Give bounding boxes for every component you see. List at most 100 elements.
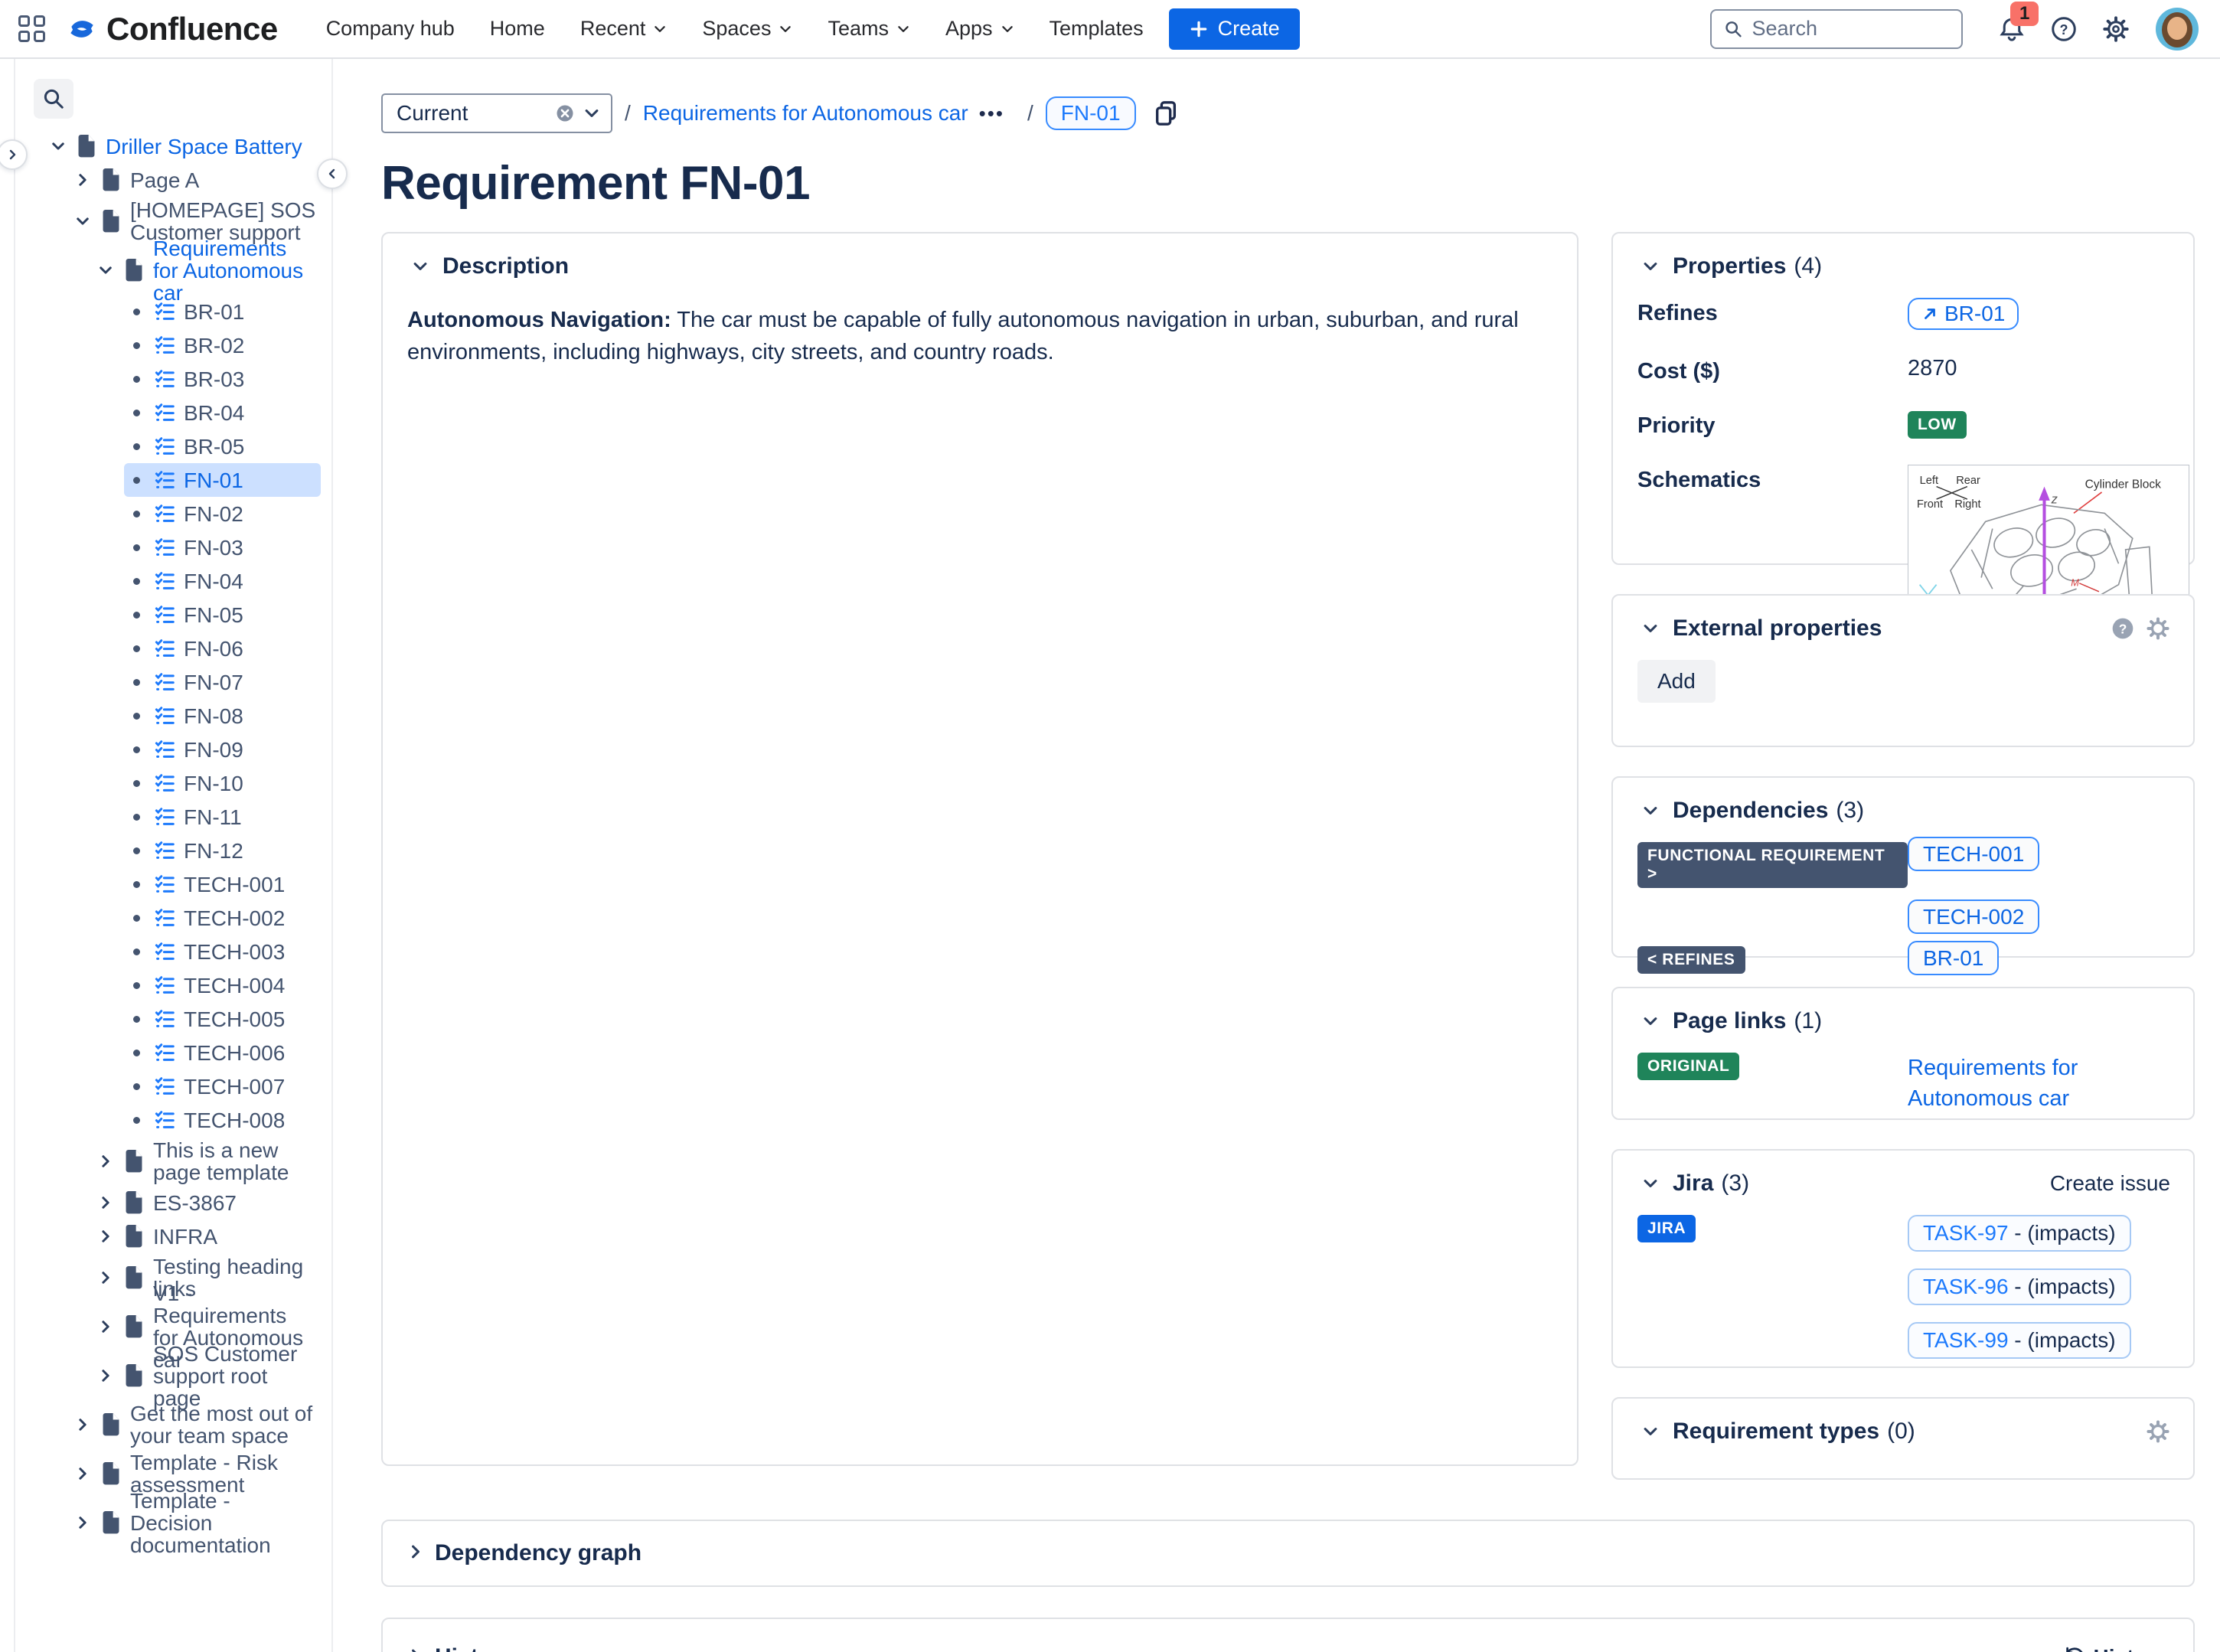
- sidebar-item-tech-007[interactable]: TECH-007: [124, 1069, 321, 1103]
- chevron-right-icon[interactable]: [93, 1319, 118, 1334]
- sidebar-item-fn-11[interactable]: FN-11: [124, 800, 321, 834]
- sidebar-item-tech-001[interactable]: TECH-001: [124, 867, 321, 901]
- refines-value: BR-01: [1944, 302, 2006, 325]
- sidebar-item-fn-02[interactable]: FN-02: [124, 497, 321, 531]
- chevron-down-icon[interactable]: [1637, 802, 1663, 819]
- chevron-right-icon[interactable]: [93, 1270, 118, 1285]
- help-button[interactable]: ?: [2050, 15, 2078, 43]
- chevron-right-icon[interactable]: [70, 1515, 95, 1530]
- nav-item-recent[interactable]: Recent: [563, 6, 685, 52]
- breadcrumb-ellipsis-button[interactable]: •••: [979, 102, 1004, 126]
- sidebar-item-fn-07[interactable]: FN-07: [124, 665, 321, 699]
- jira-issue-chip-task-99[interactable]: TASK-99 - (impacts): [1908, 1322, 2131, 1359]
- dependency-chip-br-01[interactable]: BR-01: [1908, 941, 2000, 975]
- sidebar-item-driller-space-battery[interactable]: Driller Space Battery: [46, 129, 321, 163]
- chevron-right-icon[interactable]: [407, 1647, 424, 1652]
- sidebar-item-get-the-most-out-of-your-team-space[interactable]: Get the most out of your team space: [70, 1400, 321, 1449]
- chevron-down-icon[interactable]: [46, 139, 70, 154]
- sidebar-item-tech-008[interactable]: TECH-008: [124, 1103, 321, 1137]
- nav-item-company-hub[interactable]: Company hub: [309, 6, 472, 52]
- chevron-down-icon[interactable]: [1637, 620, 1663, 637]
- sidebar-item-br-05[interactable]: BR-05: [124, 429, 321, 463]
- settings-button[interactable]: [2102, 15, 2130, 43]
- sidebar-item-tech-006[interactable]: TECH-006: [124, 1036, 321, 1069]
- jira-issue-chip-task-97[interactable]: TASK-97 - (impacts): [1908, 1215, 2131, 1252]
- refines-value-chip[interactable]: BR-01: [1908, 298, 2019, 330]
- chevron-right-icon[interactable]: [93, 1229, 118, 1244]
- chevron-right-icon[interactable]: [70, 1466, 95, 1481]
- sidebar-item-tech-005[interactable]: TECH-005: [124, 1002, 321, 1036]
- sidebar-item-fn-10[interactable]: FN-10: [124, 766, 321, 800]
- sidebar-item-page-a[interactable]: Page A: [70, 163, 321, 197]
- chevron-down-icon[interactable]: [1637, 258, 1663, 275]
- nav-item-teams[interactable]: Teams: [810, 6, 928, 52]
- help-filled-icon[interactable]: ?: [2111, 616, 2135, 641]
- sidebar-search-button[interactable]: [34, 79, 73, 119]
- search-input[interactable]: [1752, 17, 1949, 41]
- sidebar-item-template-decision-documentation[interactable]: Template - Decision documentation: [70, 1490, 321, 1556]
- chevron-down-icon[interactable]: [407, 258, 433, 275]
- create-issue-button[interactable]: Create issue: [2050, 1171, 2170, 1196]
- version-selector[interactable]: Current: [381, 93, 612, 133]
- nav-item-apps[interactable]: Apps: [928, 6, 1032, 52]
- gear-icon[interactable]: [2146, 616, 2170, 641]
- add-external-property-button[interactable]: Add: [1637, 660, 1716, 703]
- chevron-right-icon[interactable]: [70, 1417, 95, 1432]
- chevron-right-icon[interactable]: [70, 172, 95, 188]
- sidebar-item-br-02[interactable]: BR-02: [124, 328, 321, 362]
- sidebar-item-tech-003[interactable]: TECH-003: [124, 935, 321, 968]
- dependency-graph-card[interactable]: Dependency graph: [381, 1520, 2195, 1587]
- confluence-logo[interactable]: Confluence: [65, 11, 278, 47]
- search-box[interactable]: [1710, 8, 1963, 49]
- sidebar-item-es-3867[interactable]: ES-3867: [93, 1186, 321, 1219]
- sidebar-item-br-03[interactable]: BR-03: [124, 362, 321, 396]
- sidebar-item-label: FN-07: [184, 670, 243, 694]
- chevron-down-icon[interactable]: [1637, 1423, 1663, 1440]
- sidebar-item-fn-05[interactable]: FN-05: [124, 598, 321, 632]
- sidebar-item-fn-09[interactable]: FN-09: [124, 733, 321, 766]
- dependency-chip-tech-002[interactable]: TECH-002: [1908, 899, 2040, 934]
- history-card[interactable]: History History: [381, 1618, 2195, 1652]
- notification-badge[interactable]: 1: [2010, 1, 2039, 26]
- sidebar-item-fn-01[interactable]: FN-01: [124, 463, 321, 497]
- app-switcher-icon[interactable]: [18, 15, 45, 42]
- clear-icon[interactable]: [554, 103, 576, 124]
- chevron-down-icon[interactable]: [93, 263, 118, 278]
- breadcrumb-current-chip[interactable]: FN-01: [1045, 96, 1136, 130]
- sidebar-item-requirements-for-autonomous-car[interactable]: Requirements for Autonomous car: [93, 237, 321, 304]
- nav-item-spaces[interactable]: Spaces: [684, 6, 810, 52]
- sidebar-item-sos-customer-support-root-page[interactable]: SOS Customer support root page: [93, 1343, 321, 1409]
- chevron-right-icon[interactable]: [93, 1154, 118, 1169]
- sidebar-item-tech-004[interactable]: TECH-004: [124, 968, 321, 1002]
- chevron-down-icon[interactable]: [70, 214, 95, 229]
- notifications-button[interactable]: 1: [1998, 1, 2039, 43]
- sidebar-item-tech-002[interactable]: TECH-002: [124, 901, 321, 935]
- gear-icon[interactable]: [2146, 1419, 2170, 1444]
- jira-issue-chip-task-96[interactable]: TASK-96 - (impacts): [1908, 1268, 2131, 1305]
- create-button[interactable]: Create: [1168, 8, 1300, 50]
- sidebar-item-fn-03[interactable]: FN-03: [124, 531, 321, 564]
- dependency-chip-tech-001[interactable]: TECH-001: [1908, 837, 2040, 871]
- sidebar-item-fn-12[interactable]: FN-12: [124, 834, 321, 867]
- sidebar-item-fn-06[interactable]: FN-06: [124, 632, 321, 665]
- chevron-right-icon[interactable]: [93, 1368, 118, 1383]
- sidebar-item-infra[interactable]: INFRA: [93, 1219, 321, 1253]
- sidebar-item-fn-08[interactable]: FN-08: [124, 699, 321, 733]
- chevron-right-icon[interactable]: [407, 1543, 424, 1564]
- page-link[interactable]: Requirements for Autonomous car: [1908, 1053, 2170, 1114]
- nav-item-templates[interactable]: Templates: [1032, 6, 1161, 52]
- avatar[interactable]: [2156, 7, 2199, 51]
- sidebar-item-this-is-a-new-page-template[interactable]: This is a new page template: [93, 1137, 321, 1186]
- sidebar-item-fn-04[interactable]: FN-04: [124, 564, 321, 598]
- breadcrumb-parent-link[interactable]: Requirements for Autonomous car: [643, 101, 968, 126]
- sidebar-item-br-04[interactable]: BR-04: [124, 396, 321, 429]
- history-button[interactable]: History: [2063, 1645, 2167, 1652]
- nav-item-home[interactable]: Home: [472, 6, 563, 52]
- collapse-sidebar-button[interactable]: [317, 158, 348, 189]
- copy-link-button[interactable]: [1153, 99, 1179, 128]
- gear-icon: [2103, 15, 2129, 42]
- chevron-down-icon[interactable]: [1637, 1175, 1663, 1192]
- chevron-down-icon[interactable]: [1637, 1013, 1663, 1030]
- chevron-right-icon[interactable]: [93, 1195, 118, 1210]
- sidebar-item-br-01[interactable]: BR-01: [124, 295, 321, 328]
